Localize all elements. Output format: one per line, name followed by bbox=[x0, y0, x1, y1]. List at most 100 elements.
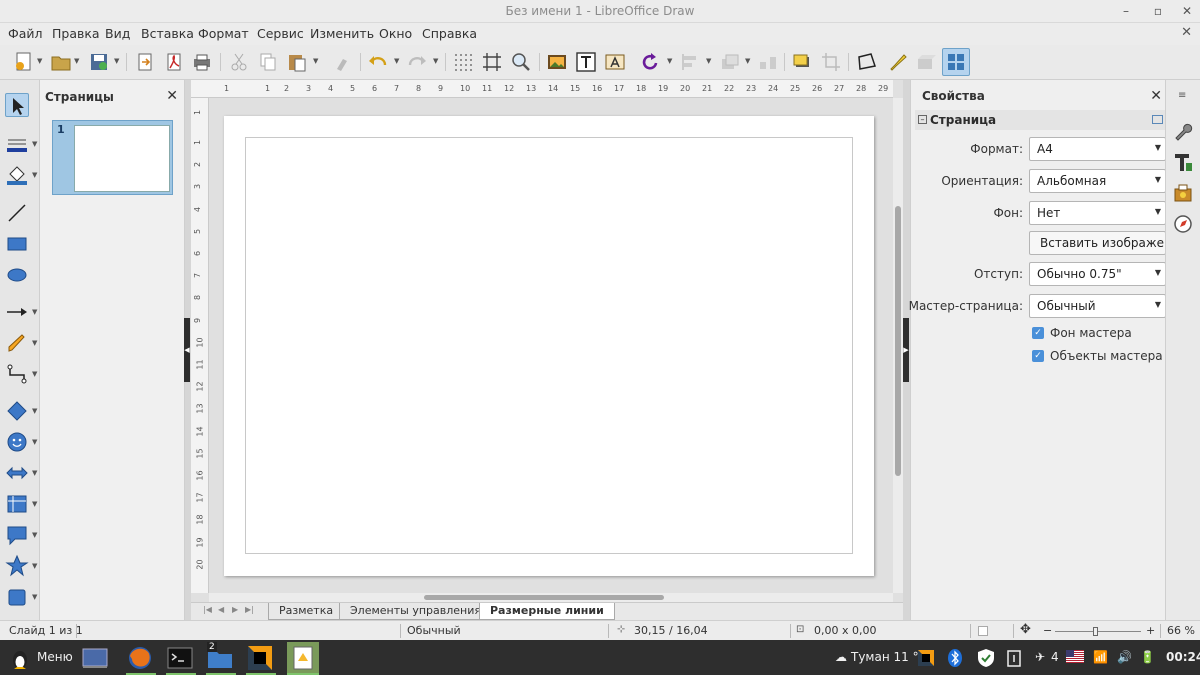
firefox-icon[interactable] bbox=[126, 644, 154, 672]
minimize-icon[interactable]: – bbox=[1117, 2, 1135, 20]
line-color-icon[interactable] bbox=[5, 132, 29, 156]
chevron-down-icon[interactable]: ▼ bbox=[32, 140, 37, 148]
maximize-icon[interactable]: ▫ bbox=[1149, 2, 1167, 20]
start-menu-label[interactable]: Меню bbox=[37, 650, 73, 664]
copy-icon[interactable] bbox=[257, 51, 279, 73]
chevron-down-icon[interactable]: ▼ bbox=[32, 308, 37, 316]
insert-image-icon[interactable] bbox=[546, 51, 568, 73]
shield-icon[interactable] bbox=[976, 648, 996, 668]
close-document-icon[interactable]: ✕ bbox=[1181, 25, 1192, 40]
new-document-icon[interactable] bbox=[13, 51, 35, 73]
last-tab-icon[interactable]: ▶| bbox=[245, 605, 254, 614]
more-options-icon[interactable] bbox=[1152, 115, 1163, 124]
glue-points-icon[interactable] bbox=[886, 51, 908, 73]
battery-icon[interactable]: 🔋 bbox=[1140, 650, 1155, 664]
curve-icon[interactable] bbox=[5, 331, 29, 355]
rectangle-icon[interactable] bbox=[5, 232, 29, 256]
clipboard-icon[interactable] bbox=[1006, 649, 1022, 667]
app-indicator-icon[interactable] bbox=[916, 648, 936, 668]
zoom-pan-icon[interactable] bbox=[510, 51, 532, 73]
start-menu-icon[interactable] bbox=[6, 644, 34, 672]
navigator-icon[interactable] bbox=[1172, 213, 1194, 235]
background-select[interactable]: Нет ▼ bbox=[1029, 201, 1166, 225]
chevron-down-icon[interactable]: ▼ bbox=[394, 57, 399, 65]
chevron-down-icon[interactable]: ▼ bbox=[667, 57, 672, 65]
stars-icon[interactable] bbox=[5, 554, 29, 578]
fit-page-icon[interactable]: ✥ bbox=[1020, 622, 1031, 637]
tab-layout[interactable]: Разметка bbox=[268, 603, 345, 620]
zoom-level[interactable]: 66 % bbox=[1167, 624, 1195, 637]
collapse-pages-pane-handle[interactable]: ◀ bbox=[184, 318, 190, 382]
horizontal-scrollbar-thumb[interactable] bbox=[424, 595, 664, 600]
document-modified-icon[interactable] bbox=[978, 626, 988, 636]
collapse-sidebar-handle[interactable]: ▶ bbox=[903, 318, 909, 382]
master-background-checkbox[interactable]: ✓ bbox=[1032, 327, 1044, 339]
chevron-down-icon[interactable]: ▼ bbox=[706, 57, 711, 65]
export-icon[interactable] bbox=[134, 51, 156, 73]
vertical-scrollbar[interactable] bbox=[893, 98, 903, 593]
bluetooth-icon[interactable] bbox=[945, 648, 965, 668]
orientation-select[interactable]: Альбомная ▼ bbox=[1029, 169, 1166, 193]
select-arrow-icon[interactable] bbox=[5, 93, 29, 117]
fill-color-icon[interactable] bbox=[5, 163, 29, 187]
chevron-down-icon[interactable]: ▼ bbox=[32, 500, 37, 508]
chevron-down-icon[interactable]: ▼ bbox=[32, 593, 37, 601]
chevron-down-icon[interactable]: ▼ bbox=[32, 339, 37, 347]
zoom-slider[interactable] bbox=[1055, 627, 1141, 636]
master-page-select[interactable]: Обычный ▼ bbox=[1029, 294, 1166, 318]
align-objects-icon[interactable] bbox=[680, 51, 702, 73]
menu-modify[interactable]: Изменить bbox=[310, 26, 374, 41]
open-folder-icon[interactable] bbox=[50, 51, 72, 73]
page-thumbnail[interactable]: 1 bbox=[52, 120, 173, 195]
menu-help[interactable]: Справка bbox=[422, 26, 477, 41]
connector-icon[interactable] bbox=[5, 362, 29, 386]
toggle-extrusion-icon[interactable] bbox=[915, 51, 937, 73]
symbol-shapes-icon[interactable] bbox=[5, 430, 29, 454]
points-icon[interactable] bbox=[856, 51, 878, 73]
drawing-page[interactable] bbox=[224, 116, 874, 576]
menu-edit[interactable]: Правка bbox=[52, 26, 100, 41]
horizontal-scrollbar[interactable] bbox=[209, 593, 893, 602]
paste-icon[interactable] bbox=[286, 51, 308, 73]
chevron-down-icon[interactable]: ▼ bbox=[433, 57, 438, 65]
menu-view[interactable]: Вид bbox=[105, 26, 130, 41]
keyboard-layout-flag-icon[interactable] bbox=[1066, 650, 1084, 663]
chevron-down-icon[interactable]: ▼ bbox=[32, 438, 37, 446]
print-icon[interactable] bbox=[191, 51, 213, 73]
arrange-icon[interactable] bbox=[719, 51, 741, 73]
basic-shapes-icon[interactable] bbox=[5, 399, 29, 423]
undo-icon[interactable] bbox=[367, 51, 389, 73]
tab-dimension-lines[interactable]: Размерные линии bbox=[479, 603, 615, 620]
vertical-scrollbar-thumb[interactable] bbox=[895, 206, 901, 476]
redo-icon[interactable] bbox=[406, 51, 428, 73]
line-icon[interactable] bbox=[5, 201, 29, 225]
block-arrows-icon[interactable] bbox=[5, 461, 29, 485]
first-tab-icon[interactable]: |◀ bbox=[203, 605, 212, 614]
chevron-down-icon[interactable]: ▼ bbox=[745, 57, 750, 65]
wifi-icon[interactable]: 📶 bbox=[1093, 650, 1108, 664]
menu-file[interactable]: Файл bbox=[8, 26, 43, 41]
crop-icon[interactable] bbox=[820, 51, 842, 73]
helplines-icon[interactable] bbox=[481, 51, 503, 73]
close-sidebar-icon[interactable]: ✕ bbox=[1150, 88, 1162, 104]
next-tab-icon[interactable]: ▶ bbox=[232, 605, 238, 614]
show-desktop-icon[interactable] bbox=[81, 644, 109, 672]
jetbrains-icon[interactable] bbox=[246, 644, 274, 672]
chevron-down-icon[interactable]: ▼ bbox=[313, 57, 318, 65]
chevron-down-icon[interactable]: ▼ bbox=[32, 407, 37, 415]
prev-tab-icon[interactable]: ◀ bbox=[218, 605, 224, 614]
chevron-down-icon[interactable]: ▼ bbox=[32, 531, 37, 539]
chevron-down-icon[interactable]: ▼ bbox=[32, 370, 37, 378]
margin-select[interactable]: Обычно 0.75" ▼ bbox=[1029, 262, 1166, 286]
close-pages-pane-icon[interactable]: ✕ bbox=[166, 88, 178, 104]
master-objects-checkbox[interactable]: ✓ bbox=[1032, 350, 1044, 362]
menu-tools[interactable]: Сервис bbox=[257, 26, 304, 41]
flowchart-icon[interactable] bbox=[5, 492, 29, 516]
terminal-icon[interactable] bbox=[166, 644, 194, 672]
insert-fontwork-icon[interactable] bbox=[604, 51, 626, 73]
ellipse-icon[interactable] bbox=[5, 263, 29, 287]
notifications-icon[interactable]: ✈ bbox=[1035, 650, 1045, 664]
zoom-in-icon[interactable]: + bbox=[1146, 624, 1155, 637]
shadow-icon[interactable] bbox=[791, 51, 813, 73]
cut-icon[interactable] bbox=[228, 51, 250, 73]
